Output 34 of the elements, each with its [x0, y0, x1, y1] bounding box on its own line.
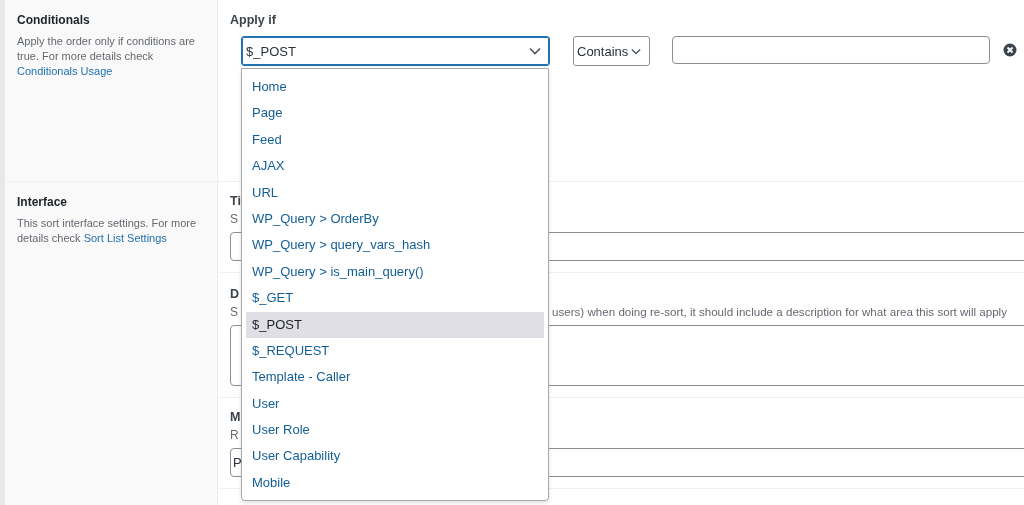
dropdown-option[interactable]: WP_Query > is_main_query() — [246, 258, 544, 286]
field-label: Ti — [230, 194, 240, 208]
section-title: Conditionals — [17, 13, 91, 27]
dropdown-option[interactable]: WP_Query > OrderBy — [246, 205, 544, 233]
dropdown-option[interactable]: URL — [246, 179, 544, 206]
dropdown-option[interactable]: $_REQUEST — [246, 337, 544, 365]
section-title: Interface — [17, 195, 69, 209]
dropdown-option[interactable]: User — [246, 390, 544, 418]
chevron-icon — [631, 47, 641, 55]
dropdown-option[interactable]: $_POST — [246, 311, 544, 338]
dropdown-option[interactable]: Feed — [246, 126, 544, 154]
value-input[interactable] — [672, 35, 990, 64]
dropdown-option[interactable]: AJAX — [246, 153, 544, 180]
section-description: This sort interface settings. For more details check Sort List Settings — [17, 216, 198, 246]
sort-list-settings-link[interactable]: Sort List Settings — [83, 232, 167, 244]
operator-select[interactable]: Contains — [573, 36, 650, 66]
source-select[interactable]: $_POST — [241, 36, 550, 66]
dropdown-option[interactable]: Page — [246, 100, 544, 127]
field-label: Apply if — [230, 13, 277, 27]
field-label: M — [230, 410, 240, 424]
section-description: Apply the order only if conditions are true. For more details check Conditionals Usage — [17, 34, 196, 79]
dropdown-option[interactable]: $_GET — [246, 285, 544, 312]
field-hint: S — [230, 212, 238, 227]
chevron-icon — [529, 47, 541, 55]
field-label: D — [230, 287, 240, 301]
remove-icon[interactable] — [1003, 42, 1017, 57]
conditionals-usage-link[interactable]: Conditionals Usage — [17, 65, 113, 77]
field-hint: S — [230, 305, 238, 320]
dropdown-option[interactable]: Home — [246, 74, 544, 101]
field-hint: R — [230, 428, 239, 443]
dropdown-option[interactable]: Template - Caller — [246, 364, 544, 391]
field-hint: users) when doing re-sort, it should include a description for what area this sort will apply — [552, 305, 1007, 320]
dropdown-option[interactable]: User Role — [246, 417, 544, 444]
dropdown-option[interactable]: WP_Query > query_vars_hash — [246, 232, 544, 259]
